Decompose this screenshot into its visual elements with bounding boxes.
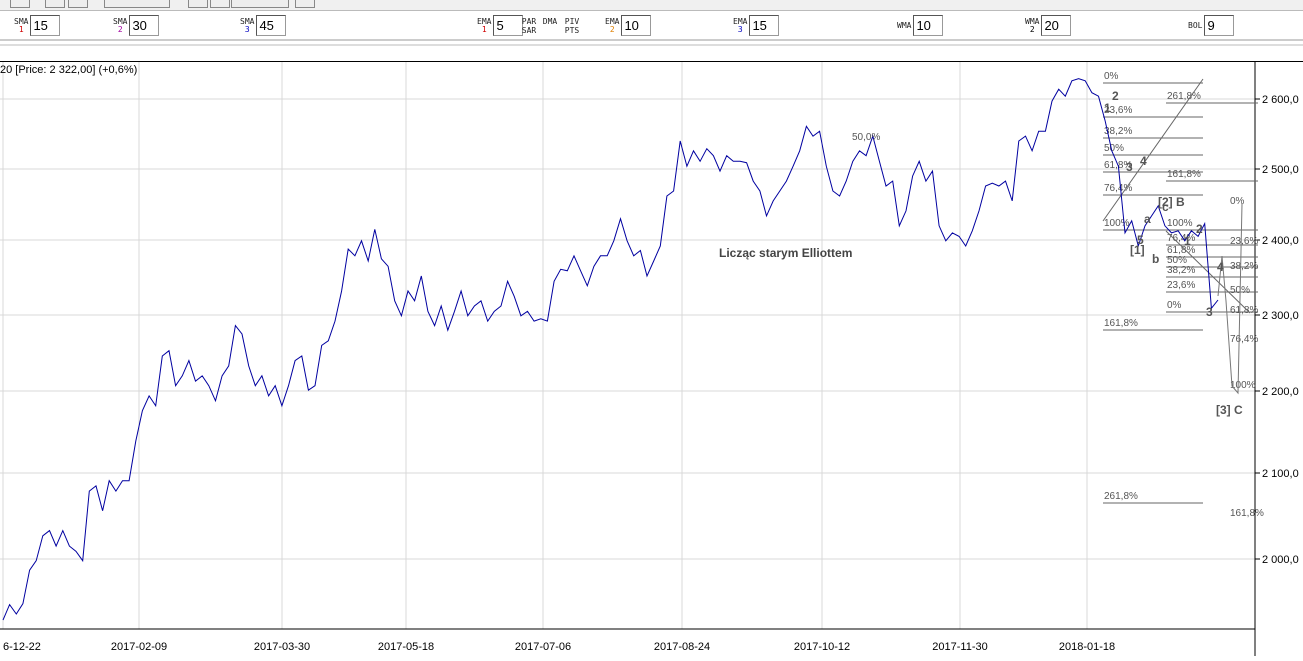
indicator-ema1: EMA 1 5 [477, 15, 524, 36]
toolbar-button[interactable] [210, 0, 230, 8]
indicator-ema2: EMA 2 10 [605, 15, 652, 36]
indicator-label[interactable]: WMA [897, 21, 911, 30]
fib-level-label: 100% [1167, 218, 1193, 229]
indicator-label[interactable]: SMA 3 [240, 17, 254, 34]
y-tick-label: 2 200,0 [1262, 386, 1299, 398]
pivpts-button[interactable]: PIV PTS [563, 17, 581, 35]
indicator-period-input[interactable]: 5 [493, 15, 524, 36]
chart-annotation: Licząc starym Elliottem [719, 246, 852, 260]
elliott-wave-label: [3] C [1216, 403, 1243, 417]
fib-level-label: 0% [1167, 300, 1182, 311]
indicator-period-input[interactable]: 10 [621, 15, 652, 36]
x-tick-label: 2017-02-09 [111, 641, 167, 653]
parsar-button[interactable]: PAR SAR [520, 17, 538, 35]
fib-level-label: 23,6% [1230, 236, 1258, 247]
elliott-wave-label: [1] [1130, 243, 1145, 257]
elliott-wave-label: b [1152, 252, 1159, 266]
elliott-wave-label: 2 [1112, 89, 1119, 103]
fib-level-label: 50% [1104, 143, 1124, 154]
indicator-sma3: SMA 3 45 [240, 15, 287, 36]
y-tick-label: 2 100,0 [1262, 468, 1299, 480]
top-toolbar-clipped [0, 0, 1303, 11]
toolbar-button[interactable] [104, 0, 170, 8]
y-tick-label: 2 000,0 [1262, 554, 1299, 566]
x-tick-label: 6-12-22 [3, 641, 41, 653]
x-tick-label: 2017-07-06 [515, 641, 571, 653]
x-tick-label: 2017-11-30 [932, 641, 987, 653]
indicator-period-input[interactable]: 10 [913, 15, 944, 36]
toolbar-button[interactable] [295, 0, 315, 8]
indicator-period-input[interactable]: 15 [749, 15, 780, 36]
elliott-wave-label: 2 [1196, 222, 1203, 236]
wave-projection-line [1217, 203, 1243, 395]
fib-level-label: 161,8% [1104, 318, 1138, 329]
overlap-fib-label: 50,0% [852, 132, 880, 143]
indicator-label[interactable]: WMA 2 [1025, 17, 1039, 34]
fib-level-label: 38,2% [1167, 265, 1195, 276]
dma-button[interactable]: DMA [541, 17, 559, 26]
indicator-period-input[interactable]: 20 [1041, 15, 1072, 36]
y-tick-label: 2 300,0 [1262, 310, 1299, 322]
fib-level-label: 0% [1104, 71, 1119, 82]
toolbar-button[interactable] [45, 0, 65, 8]
elliott-wave-label: 3 [1206, 305, 1213, 319]
y-tick-label: 2 400,0 [1262, 235, 1299, 247]
fib-level-label: 100% [1230, 380, 1256, 391]
chart-canvas: 2 600,0 2 500,0 2 400,0 2 300,0 2 200,0 2 100… [0, 62, 1299, 656]
fib-level-label: 38,2% [1230, 261, 1258, 272]
fib-level-label: 161,8% [1230, 508, 1264, 519]
indicator-sma1: SMA 1 15 [14, 15, 61, 36]
fib-level-label: 61,8% [1230, 305, 1258, 316]
elliott-wave-label: [2] B [1158, 195, 1185, 209]
elliott-wave-label: 4 [1217, 260, 1224, 274]
indicator-label[interactable]: EMA 1 [477, 17, 491, 34]
indicator-period-input[interactable]: 15 [30, 15, 61, 36]
toolbar-button[interactable] [68, 0, 88, 8]
elliott-wave-label: 3 [1126, 160, 1133, 174]
indicator-label[interactable]: SMA 1 [14, 17, 28, 34]
fib-level-label: 261,8% [1167, 91, 1201, 102]
indicator-period-input[interactable]: 30 [129, 15, 160, 36]
indicator-period-input[interactable]: 9 [1204, 15, 1235, 36]
fib-level-label: 100% [1104, 218, 1130, 229]
elliott-wave-label: 1 [1184, 234, 1191, 248]
toolbar-button[interactable] [10, 0, 30, 8]
indicator-toolbar: SMA 1 15 SMA 2 30 SMA 3 45 EMA 1 5 EMA 2 10 EMA 3 15 WMA 10… [0, 11, 1303, 41]
x-tick-label: 2018-01-18 [1059, 641, 1115, 653]
indicator-wma: WMA 10 [897, 15, 944, 36]
chart-header: 20 [Price: 2 322,00] (+0,6%) [0, 64, 138, 76]
x-tick-label: 2017-08-24 [654, 641, 710, 653]
elliott-wave-label: a [1144, 212, 1151, 226]
indicator-wma2: WMA 2 20 [1025, 15, 1072, 36]
indicator-sma2: SMA 2 30 [113, 15, 160, 36]
indicator-ema3: EMA 3 15 [733, 15, 780, 36]
fib-level-label: 161,8% [1167, 169, 1201, 180]
indicator-label[interactable]: EMA 2 [605, 17, 619, 34]
fib-level-label: 261,8% [1104, 491, 1138, 502]
elliott-wave-label: 1 [1104, 101, 1111, 115]
indicator-label[interactable]: EMA 3 [733, 17, 747, 34]
indicator-label[interactable]: SMA 2 [113, 17, 127, 34]
indicator-bol: BOL 9 [1188, 15, 1235, 36]
fib-level-label: 76,4% [1230, 334, 1258, 345]
separator [0, 44, 1303, 46]
indicator-label[interactable]: BOL [1188, 21, 1202, 30]
x-tick-label: 2017-05-18 [378, 641, 434, 653]
y-tick-label: 2 500,0 [1262, 164, 1299, 176]
x-tick-label: 2017-03-30 [254, 641, 310, 653]
elliott-wave-label: 4 [1140, 154, 1147, 168]
indicator-period-input[interactable]: 45 [256, 15, 287, 36]
price-line [2, 78, 1219, 621]
toolbar-button[interactable] [188, 0, 208, 8]
price-chart[interactable]: 2 600,0 2 500,0 2 400,0 2 300,0 2 200,0 2 100… [0, 61, 1303, 656]
toolbar-button[interactable] [231, 0, 289, 8]
fib-level-label: 23,6% [1167, 280, 1195, 291]
y-tick-label: 2 600,0 [1262, 94, 1299, 106]
x-tick-label: 2017-10-12 [794, 641, 850, 653]
